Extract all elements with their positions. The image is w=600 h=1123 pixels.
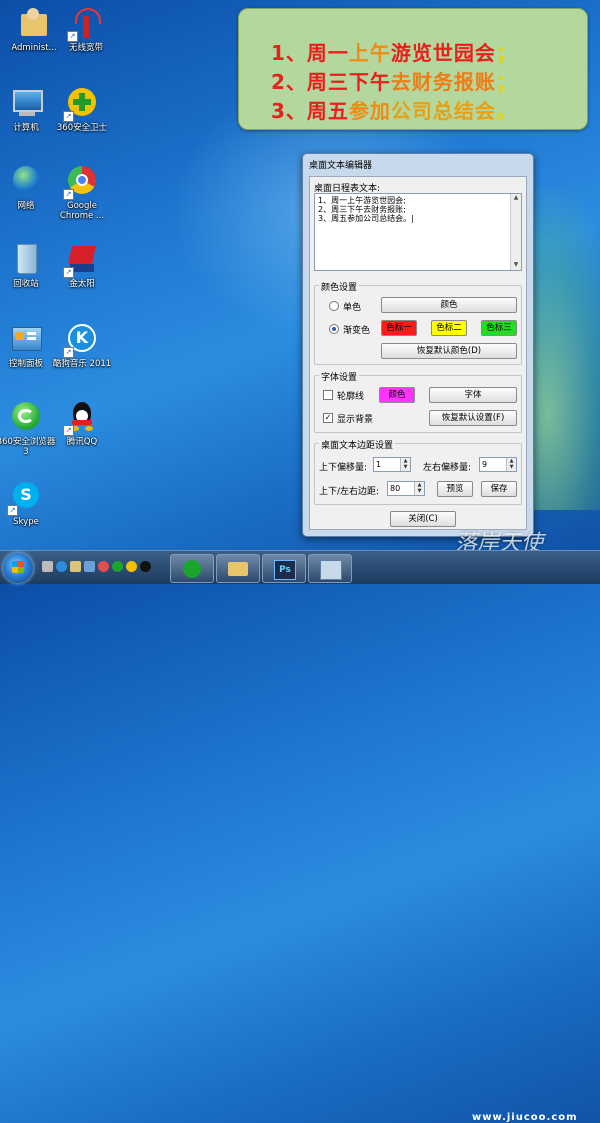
stepper-arrows-icon[interactable]: ▲ ▼: [414, 482, 424, 495]
schedule-line: 2、周三下午去财务报账;: [318, 205, 406, 214]
horizontal-offset-label: 左右偏移量:: [423, 463, 472, 473]
show-background-label: 显示背景: [337, 415, 374, 425]
group-title: 颜色设置: [319, 280, 360, 293]
show-background-checkbox[interactable]: ✓: [323, 413, 333, 423]
folder-icon[interactable]: [70, 561, 81, 572]
window-switch-icon[interactable]: [84, 561, 95, 572]
desktop-icon-qq[interactable]: ↗ 腾讯QQ: [50, 400, 114, 447]
single-color-label: 单色: [343, 303, 362, 313]
360-guard-icon: ↗: [63, 86, 99, 122]
network-icon: [9, 164, 43, 198]
text-editor-dialog: 桌面文本编辑器 桌面日程表文本: 1、周一上午游览世园会; 2、周三下午去财务报…: [302, 153, 534, 537]
font-settings-group: 字体设置 轮廓线 颜色 字体 ✓ 显示背景 恢复默认设置(F): [314, 370, 522, 433]
schedule-line: 3、周五参加公司总结会。|: [318, 214, 414, 223]
ie-icon[interactable]: [56, 561, 67, 572]
margin-label: 上下/左右边距:: [319, 487, 380, 497]
desktop-icon-chrome[interactable]: ↗ Google Chrome ...: [50, 164, 114, 221]
schedule-textarea[interactable]: 1、周一上午游览世园会; 2、周三下午去财务报账; 3、周五参加公司总结会。| …: [314, 193, 522, 271]
desktop-icon-kugou[interactable]: K ↗ 酷狗音乐 2011: [50, 322, 114, 369]
desktop-icon-skype[interactable]: S ↗ Skype: [0, 480, 58, 527]
desktop-icon-label: 腾讯QQ: [66, 437, 98, 447]
single-color-radio[interactable]: [329, 301, 339, 311]
desktop-text-note: 1、周一上午游览世园会； 2、周三下午去财务报账； 3、周五参加公司总结会。: [238, 8, 588, 130]
dialog-body: 桌面日程表文本: 1、周一上午游览世园会; 2、周三下午去财务报账; 3、周五参…: [309, 176, 527, 530]
folder-icon: [228, 562, 248, 576]
taskbar-photoshop[interactable]: Ps: [262, 554, 306, 583]
desktop-icon-wireless[interactable]: ↗ 无线宽带: [54, 6, 118, 53]
wireless-icon: ↗: [67, 6, 103, 42]
outline-checkbox[interactable]: [323, 390, 333, 400]
skype-icon: S ↗: [7, 480, 43, 516]
desktop-icon-label: 360安全卫士: [56, 123, 108, 133]
desktop-icon-label: Google Chrome ...: [59, 201, 105, 221]
computer-icon: [9, 86, 43, 120]
desktop-icon-label: 金太阳: [69, 279, 95, 289]
360-browser-icon: [183, 560, 201, 578]
horizontal-offset-stepper[interactable]: 9 ▲ ▼: [479, 457, 517, 472]
qq-icon[interactable]: [140, 561, 151, 572]
note-line-1: 1、周一上午游览世园会；: [271, 41, 517, 65]
outline-label: 轮廓线: [337, 392, 365, 402]
stepper-arrows-icon[interactable]: ▲ ▼: [506, 458, 516, 471]
desktop-icon-label: Skype: [13, 517, 39, 527]
360-guard-icon[interactable]: [126, 561, 137, 572]
save-button[interactable]: 保存: [481, 481, 517, 497]
font-button[interactable]: 字体: [429, 387, 517, 403]
user-folder-icon: [17, 6, 51, 40]
color-settings-group: 颜色设置 单色 颜色 渐变色 色标一 色标二 色标三 恢复默认颜色(D): [314, 280, 522, 365]
windows-logo-icon: [12, 561, 24, 573]
reset-color-button[interactable]: 恢复默认颜色(D): [381, 343, 517, 359]
gradient-color-radio[interactable]: [329, 324, 339, 334]
watermark-url: www.jiucoo.com: [472, 1112, 578, 1123]
scroll-up-icon[interactable]: ▲: [511, 194, 521, 203]
desktop-icon-label: 酷狗音乐 2011: [52, 359, 112, 369]
dialog-title: 桌面文本编辑器: [309, 161, 373, 171]
textarea-scrollbar[interactable]: ▲ ▼: [510, 194, 521, 270]
taskbar-explorer[interactable]: [216, 554, 260, 583]
color-stop-3-button[interactable]: 色标三: [481, 320, 517, 336]
stepper-arrows-icon[interactable]: ▲ ▼: [400, 458, 410, 471]
editor-window-icon: [320, 560, 342, 580]
note-line-3: 3、周五参加公司总结会。: [271, 99, 517, 123]
desktop-icon-label: 无线宽带: [68, 43, 103, 53]
photoshop-icon: Ps: [274, 560, 296, 580]
start-button[interactable]: [3, 553, 33, 583]
vertical-offset-label: 上下偏移量:: [319, 463, 368, 473]
qq-icon: ↗: [63, 400, 99, 436]
gradient-color-label: 渐变色: [343, 326, 371, 336]
control-panel-icon: [9, 322, 43, 356]
color-stop-1-button[interactable]: 色标一: [381, 320, 417, 336]
margin-stepper[interactable]: 80 ▲ ▼: [387, 481, 425, 496]
close-button[interactable]: 关闭(C): [390, 511, 456, 527]
taskbar-text-editor[interactable]: [308, 554, 352, 583]
outline-color-button[interactable]: 颜色: [379, 387, 415, 403]
desktop-icon-360-guard[interactable]: ↗ 360安全卫士: [50, 86, 114, 133]
reset-settings-button[interactable]: 恢复默认设置(F): [429, 410, 517, 426]
recycle-bin-icon: [9, 242, 43, 276]
group-title: 字体设置: [319, 370, 360, 383]
preview-button[interactable]: 预览: [437, 481, 473, 497]
color-stop-2-button[interactable]: 色标二: [431, 320, 467, 336]
single-color-button[interactable]: 颜色: [381, 297, 517, 313]
margin-settings-group: 桌面文本边距设置 上下偏移量: 1 ▲ ▼ 左右偏移量: 9 ▲ ▼ 上下/左右边距…: [314, 438, 522, 505]
360-browser-icon[interactable]: [112, 561, 123, 572]
show-desktop-icon[interactable]: [42, 561, 53, 572]
note-line-2: 2、周三下午去财务报账；: [271, 70, 517, 94]
vertical-offset-stepper[interactable]: 1 ▲ ▼: [373, 457, 411, 472]
taskbar-360-browser[interactable]: [170, 554, 214, 583]
360-browser-icon: [9, 400, 43, 434]
kugou-icon: K ↗: [63, 322, 99, 358]
desktop-icon-sun-app[interactable]: ↗ 金太阳: [50, 242, 114, 289]
taskbar: Ps www.jiucoo.com: [0, 550, 600, 1123]
scroll-down-icon[interactable]: ▼: [511, 261, 521, 270]
group-title: 桌面文本边距设置: [319, 438, 396, 451]
chrome-icon: ↗: [63, 164, 99, 200]
media-icon[interactable]: [98, 561, 109, 572]
schedule-line: 1、周一上午游览世园会;: [318, 196, 406, 205]
sun-app-icon: ↗: [63, 242, 99, 278]
